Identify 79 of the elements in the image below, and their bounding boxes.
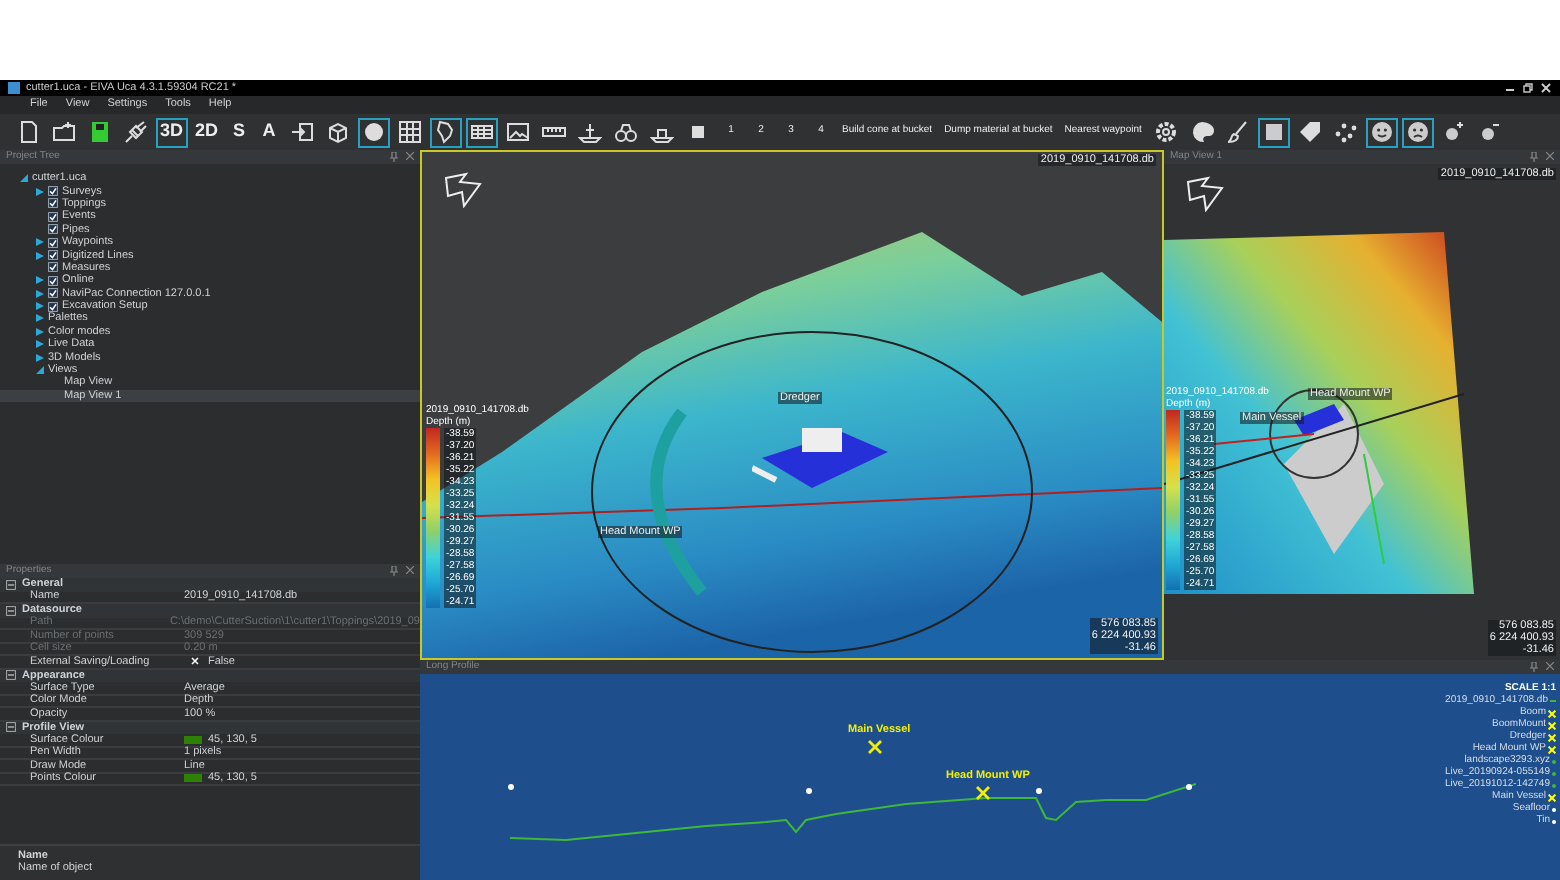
checkbox[interactable] (48, 262, 58, 273)
import-icon (290, 120, 315, 144)
north-arrow-icon (442, 172, 486, 208)
expanded-caret-icon[interactable] (36, 366, 44, 375)
cube-icon (326, 120, 351, 144)
collapse-icon[interactable] (6, 722, 16, 733)
collapse-icon[interactable] (6, 579, 16, 590)
survey-point-icon (806, 788, 812, 794)
save-icon (88, 120, 112, 144)
folder-icon (52, 120, 76, 144)
pin-icon[interactable] (1530, 152, 1538, 162)
toolbar-button[interactable] (358, 117, 391, 147)
dot-plus-icon (1441, 120, 1466, 144)
checkbox[interactable] (48, 301, 58, 312)
palette-icon (1189, 120, 1214, 144)
table-icon (470, 120, 495, 144)
toolbar-button[interactable] (430, 117, 463, 147)
waypoint-marker-icon (868, 740, 882, 754)
dots-icon (1333, 120, 1358, 144)
north-arrow-icon (1184, 176, 1228, 212)
pin-icon[interactable] (390, 152, 398, 162)
collapsed-caret-icon[interactable] (36, 187, 44, 196)
checkbox[interactable] (48, 198, 58, 209)
collapse-icon[interactable] (6, 670, 16, 681)
gear-icon (1153, 120, 1178, 144)
face-icon (1369, 120, 1394, 144)
view-mode-button[interactable]: 3D (156, 117, 188, 147)
toolbar-button[interactable] (466, 117, 499, 147)
checkbox[interactable] (48, 237, 58, 248)
restore-icon[interactable] (1522, 82, 1534, 94)
checkbox[interactable] (48, 288, 58, 299)
collapsed-caret-icon[interactable] (36, 314, 44, 323)
collapsed-caret-icon[interactable] (36, 340, 44, 349)
dot-minus-icon (1477, 120, 1502, 144)
toolbar-button[interactable] (120, 117, 152, 147)
toolbar-button[interactable] (286, 117, 319, 147)
pin-icon[interactable] (1530, 662, 1538, 672)
close-icon[interactable] (1540, 82, 1552, 94)
checkbox[interactable] (48, 275, 58, 286)
toolbar-button[interactable] (502, 117, 535, 147)
brush-icon (1225, 120, 1250, 144)
collapsed-caret-icon[interactable] (36, 289, 44, 298)
map-icon (434, 120, 459, 144)
survey-point-icon (1036, 788, 1042, 794)
survey-point-icon (508, 784, 514, 790)
tag-icon (1297, 120, 1322, 144)
plug-icon (124, 120, 148, 144)
view-mode-button[interactable]: S (226, 117, 253, 147)
collapsed-caret-icon[interactable] (36, 353, 44, 362)
square-icon (1261, 120, 1286, 144)
waypoint-marker-icon (976, 786, 990, 800)
binoculars-icon (614, 120, 639, 144)
vessel-icon (578, 120, 603, 144)
view-mode-button[interactable]: 2D (191, 117, 223, 147)
survey-point-icon (1186, 784, 1192, 790)
pin-icon[interactable] (390, 566, 398, 576)
app-icon (8, 82, 20, 94)
collapsed-caret-icon[interactable] (36, 327, 44, 336)
toolbar-button[interactable] (1365, 117, 1398, 147)
expanded-caret-icon[interactable] (20, 174, 28, 183)
image-icon (506, 120, 531, 144)
collapsed-caret-icon[interactable] (36, 302, 44, 311)
sphere-icon (362, 120, 387, 144)
document-icon (16, 120, 40, 144)
face-icon (1405, 120, 1430, 144)
toolbar-button[interactable] (1257, 117, 1290, 147)
toolbar-button[interactable] (394, 117, 427, 147)
collapsed-caret-icon[interactable] (36, 276, 44, 285)
collapsed-caret-icon[interactable] (36, 238, 44, 247)
view-mode-button[interactable]: A (256, 117, 283, 147)
checkbox[interactable] (48, 250, 58, 261)
grid-icon (398, 120, 423, 144)
checkbox[interactable] (48, 224, 58, 235)
collapse-icon[interactable] (6, 605, 16, 616)
collapsed-caret-icon[interactable] (36, 251, 44, 260)
toolbar-button[interactable] (1401, 117, 1434, 147)
checkbox[interactable] (48, 211, 58, 222)
toolbar-button[interactable] (48, 117, 80, 147)
checkbox[interactable] (48, 186, 58, 197)
